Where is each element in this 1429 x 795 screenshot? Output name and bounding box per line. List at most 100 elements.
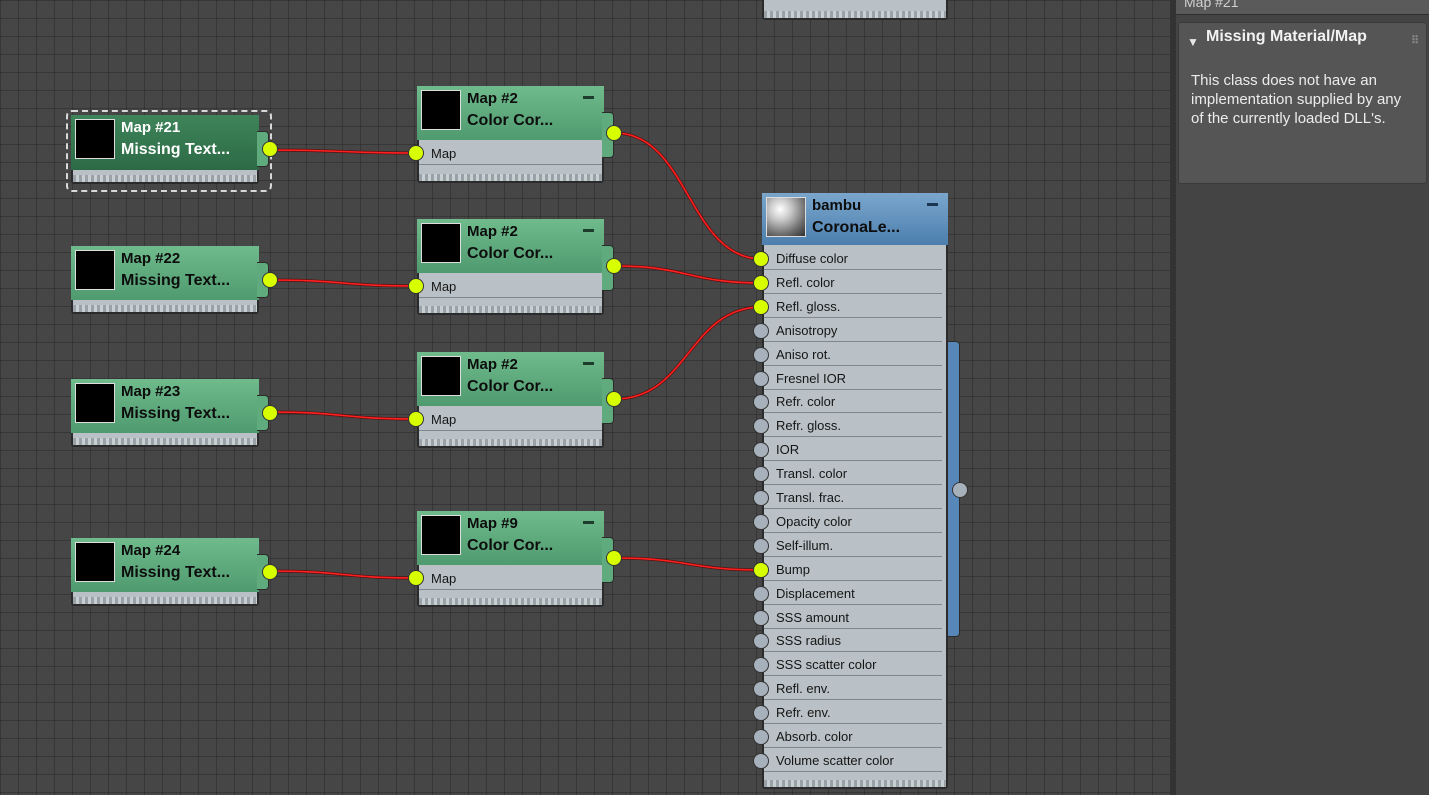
output-socket[interactable]: [606, 125, 622, 141]
material-slot[interactable]: IOR: [764, 439, 942, 462]
material-slot[interactable]: Absorb. color: [764, 726, 942, 748]
material-slot[interactable]: Transl. color: [764, 463, 942, 486]
material-input-socket[interactable]: [753, 585, 769, 602]
slot-divider: [764, 675, 942, 677]
material-slot[interactable]: Refl. env.: [764, 678, 942, 701]
map-node-21[interactable]: Map #21 Missing Text...: [71, 115, 278, 184]
collapse-button[interactable]: [583, 362, 594, 365]
input-slot-label: Map: [419, 143, 602, 165]
drag-grip-icon[interactable]: ⠿: [1411, 27, 1419, 55]
material-slot-label: Absorb. color: [776, 729, 853, 744]
material-slot[interactable]: Displacement: [764, 583, 942, 605]
material-slot-label: Self-illum.: [776, 537, 834, 553]
material-input-socket[interactable]: [753, 274, 769, 291]
material-input-socket[interactable]: [753, 370, 769, 387]
material-input-socket[interactable]: [753, 537, 769, 554]
material-input-socket[interactable]: [753, 609, 769, 626]
material-slot[interactable]: SSS radius: [764, 630, 942, 653]
material-slot[interactable]: Self-illum.: [764, 535, 942, 557]
material-slot[interactable]: Refr. color: [764, 391, 942, 414]
material-slot[interactable]: Transl. frac.: [764, 487, 942, 509]
map-node-24[interactable]: Map #24 Missing Text...: [71, 538, 278, 606]
material-input-socket[interactable]: [753, 705, 769, 722]
output-socket[interactable]: [606, 550, 622, 566]
output-socket[interactable]: [262, 272, 278, 288]
color-correction-node-1[interactable]: Map #2 Color Cor... Map: [408, 86, 622, 183]
material-slot-label: Transl. frac.: [776, 490, 845, 505]
material-slot[interactable]: Aniso rot.: [764, 344, 942, 366]
color-correction-node-4[interactable]: Map #9 Color Cor... Map: [408, 511, 622, 607]
material-sphere-thumbnail: [766, 197, 806, 237]
material-slot[interactable]: Refr. env.: [764, 702, 942, 725]
wire-shadow: [269, 278, 417, 288]
material-input-socket[interactable]: [753, 729, 769, 745]
rollout-header[interactable]: ▼ Missing Material/Map ⠿: [1179, 23, 1426, 51]
material-slot[interactable]: Volume scatter color: [764, 750, 942, 772]
output-socket[interactable]: [262, 564, 278, 580]
connection-wire: [614, 306, 763, 400]
material-slot[interactable]: Anisotropy: [764, 320, 942, 342]
parameter-panel: Map #21 ▼ Missing Material/Map ⠿ This cl…: [1176, 0, 1429, 795]
map-thumbnail: [75, 542, 115, 582]
color-correction-node-2[interactable]: Map #2 Color Cor... Map: [408, 219, 622, 315]
material-slot[interactable]: Refl. gloss.: [764, 296, 942, 318]
material-node-bambu[interactable]: bambu CoronaLe... Diffuse color Refl. col…: [753, 193, 968, 789]
material-input-socket[interactable]: [753, 298, 769, 315]
wire-shadow: [614, 264, 763, 285]
material-input-socket[interactable]: [753, 346, 769, 363]
map-node-22[interactable]: Map #22 Missing Text...: [71, 246, 278, 314]
material-slot-label: SSS amount: [776, 609, 849, 625]
material-slot[interactable]: Refl. color: [764, 272, 942, 294]
material-input-socket[interactable]: [753, 322, 769, 339]
collapse-button[interactable]: [583, 229, 594, 232]
material-slot[interactable]: SSS scatter color: [764, 654, 942, 677]
slot-divider: [764, 460, 942, 462]
material-slot[interactable]: Refr. gloss.: [764, 415, 942, 438]
node-type: Color Cor...: [467, 245, 554, 262]
node-name: Map #23: [121, 383, 181, 400]
input-socket[interactable]: [408, 145, 424, 161]
collapse-button[interactable]: [927, 203, 938, 206]
node-type: Color Cor...: [467, 378, 554, 395]
connection-wire: [614, 132, 763, 260]
map-thumbnail: [421, 90, 461, 130]
collapse-button[interactable]: [583, 521, 594, 524]
map-node-23[interactable]: Map #23 Missing Text...: [71, 379, 278, 447]
output-socket[interactable]: [606, 258, 622, 274]
material-slot[interactable]: Bump: [764, 559, 942, 581]
input-socket[interactable]: [408, 411, 424, 427]
slot-divider: [764, 292, 942, 294]
material-input-socket[interactable]: [753, 466, 769, 483]
offscreen-node[interactable]: [762, 0, 948, 20]
material-input-socket[interactable]: [753, 513, 769, 530]
output-socket[interactable]: [262, 405, 278, 421]
color-correction-node-3[interactable]: Map #2 Color Cor... Map: [408, 352, 622, 448]
material-slot[interactable]: Diffuse color: [764, 248, 942, 270]
node-editor-canvas[interactable]: Map #21 Missing Text... Map #22 Missing …: [0, 0, 1170, 795]
material-slot-label: Refl. color: [776, 274, 835, 290]
material-slot[interactable]: SSS amount: [764, 607, 942, 629]
node-type: Missing Text...: [121, 272, 231, 289]
material-slot-label: Refr. env.: [776, 705, 831, 721]
collapse-arrow-icon[interactable]: ▼: [1187, 28, 1199, 56]
input-socket[interactable]: [408, 278, 424, 294]
wire-shadow: [269, 148, 417, 155]
material-output-socket[interactable]: [952, 482, 968, 498]
collapse-button[interactable]: [583, 96, 594, 99]
output-socket[interactable]: [606, 391, 622, 407]
material-slot[interactable]: Fresnel IOR: [764, 368, 942, 390]
material-input-socket[interactable]: [753, 752, 769, 769]
material-input-socket[interactable]: [753, 490, 769, 506]
material-input-socket[interactable]: [753, 561, 769, 578]
output-socket[interactable]: [262, 141, 278, 157]
panel-title: Map #21: [1184, 0, 1239, 10]
node-name: Map #2: [467, 356, 518, 373]
material-input-socket[interactable]: [753, 251, 769, 267]
node-type: Missing Text...: [121, 564, 231, 581]
material-slot[interactable]: Opacity color: [764, 511, 942, 533]
wire-shadow: [614, 131, 763, 261]
material-slot-label: Refr. gloss.: [776, 418, 842, 434]
input-socket[interactable]: [408, 570, 424, 586]
material-type: CoronaLe...: [812, 219, 901, 236]
wire-shadow: [614, 556, 763, 572]
